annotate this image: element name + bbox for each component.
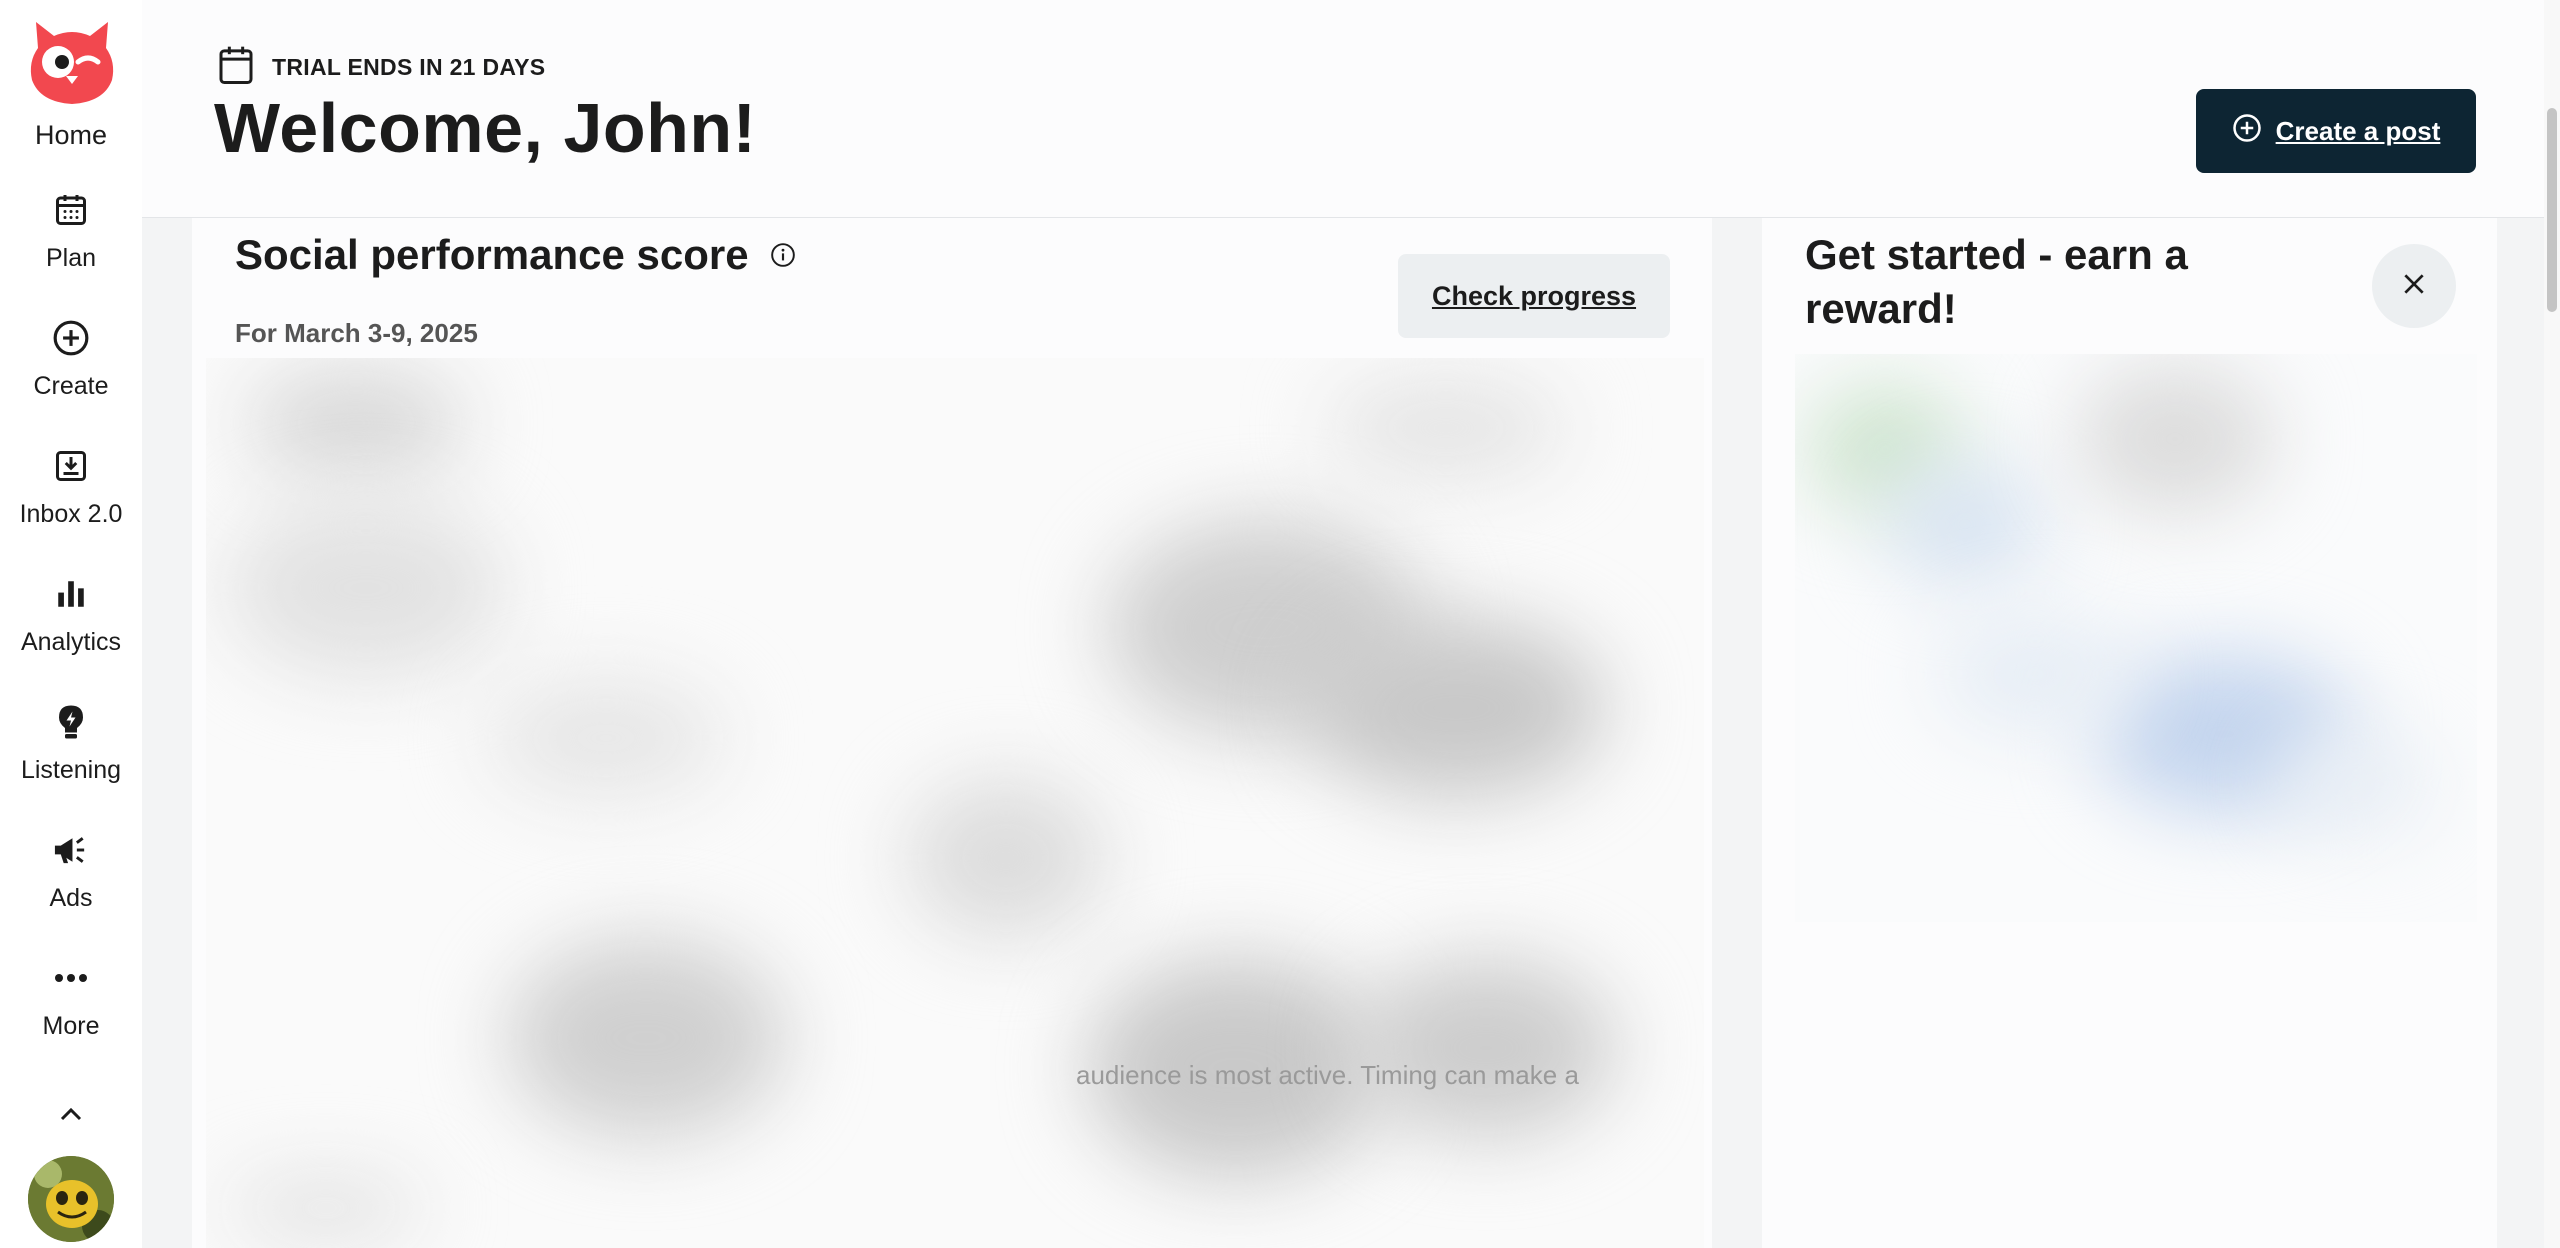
plus-circle-icon xyxy=(51,318,91,358)
calendar-icon xyxy=(216,44,256,91)
sidebar-item-ads[interactable]: Ads xyxy=(0,830,142,913)
sidebar-item-label: Inbox 2.0 xyxy=(19,500,123,528)
sidebar-item-label: Ads xyxy=(49,884,93,912)
sidebar-item-plan[interactable]: Plan xyxy=(0,190,142,273)
card-title: Social performance score xyxy=(235,231,749,278)
faded-text: audience is most active. Timing can make… xyxy=(1076,1060,1579,1090)
close-icon xyxy=(2401,271,2427,302)
sidebar-item-inbox[interactable]: Inbox 2.0 xyxy=(0,446,142,529)
sidebar-item-label: Listening xyxy=(20,756,122,784)
chevron-up-icon[interactable] xyxy=(51,1094,91,1134)
social-performance-card: Social performance score For March 3-9, … xyxy=(192,218,1712,1248)
owl-logo-icon[interactable] xyxy=(26,18,118,106)
info-icon[interactable] xyxy=(770,242,796,273)
close-button[interactable] xyxy=(2372,244,2456,328)
page-title: Welcome, John! xyxy=(214,89,757,167)
sidebar-item-label: Create xyxy=(33,372,109,400)
card-title: Get started - earn a reward! xyxy=(1805,231,2188,332)
page-header: TRIAL ENDS IN 21 DAYS Welcome, John! Cre… xyxy=(142,0,2544,218)
blurred-content xyxy=(206,358,1704,1248)
plus-circle-icon xyxy=(2232,113,2262,150)
trial-text: TRIAL ENDS IN 21 DAYS xyxy=(272,54,546,80)
trial-banner: TRIAL ENDS IN 21 DAYS xyxy=(216,44,545,91)
scrollbar-thumb[interactable] xyxy=(2547,108,2557,312)
sidebar-item-label: Home xyxy=(34,120,108,150)
lightbulb-icon xyxy=(51,702,91,742)
blurred-content xyxy=(1795,354,2477,922)
sidebar-item-home[interactable]: Home xyxy=(0,120,142,151)
sidebar-item-listening[interactable]: Listening xyxy=(0,702,142,785)
sidebar-item-create[interactable]: Create xyxy=(0,318,142,401)
inbox-icon xyxy=(51,446,91,486)
page-scrollbar[interactable] xyxy=(2544,0,2560,1248)
sidebar: Home Plan Create Inbox 2.0 Analytics Lis… xyxy=(0,0,142,1248)
sidebar-item-more[interactable]: More xyxy=(0,958,142,1041)
avatar[interactable] xyxy=(28,1156,114,1242)
bar-chart-icon xyxy=(51,574,91,614)
create-post-label: Create a post xyxy=(2275,115,2441,146)
check-progress-button[interactable]: Check progress xyxy=(1398,254,1670,338)
create-post-button[interactable]: Create a post xyxy=(2196,89,2476,173)
get-started-card: Get started - earn a reward! xyxy=(1762,218,2497,1248)
sidebar-item-analytics[interactable]: Analytics xyxy=(0,574,142,657)
sidebar-item-label: More xyxy=(42,1012,100,1040)
sidebar-item-label: Plan xyxy=(45,244,97,272)
megaphone-icon xyxy=(51,830,91,870)
date-range: For March 3-9, 2025 xyxy=(235,318,478,348)
sidebar-item-label: Analytics xyxy=(20,628,122,656)
calendar-icon xyxy=(51,190,91,230)
more-dots-icon xyxy=(51,958,91,998)
